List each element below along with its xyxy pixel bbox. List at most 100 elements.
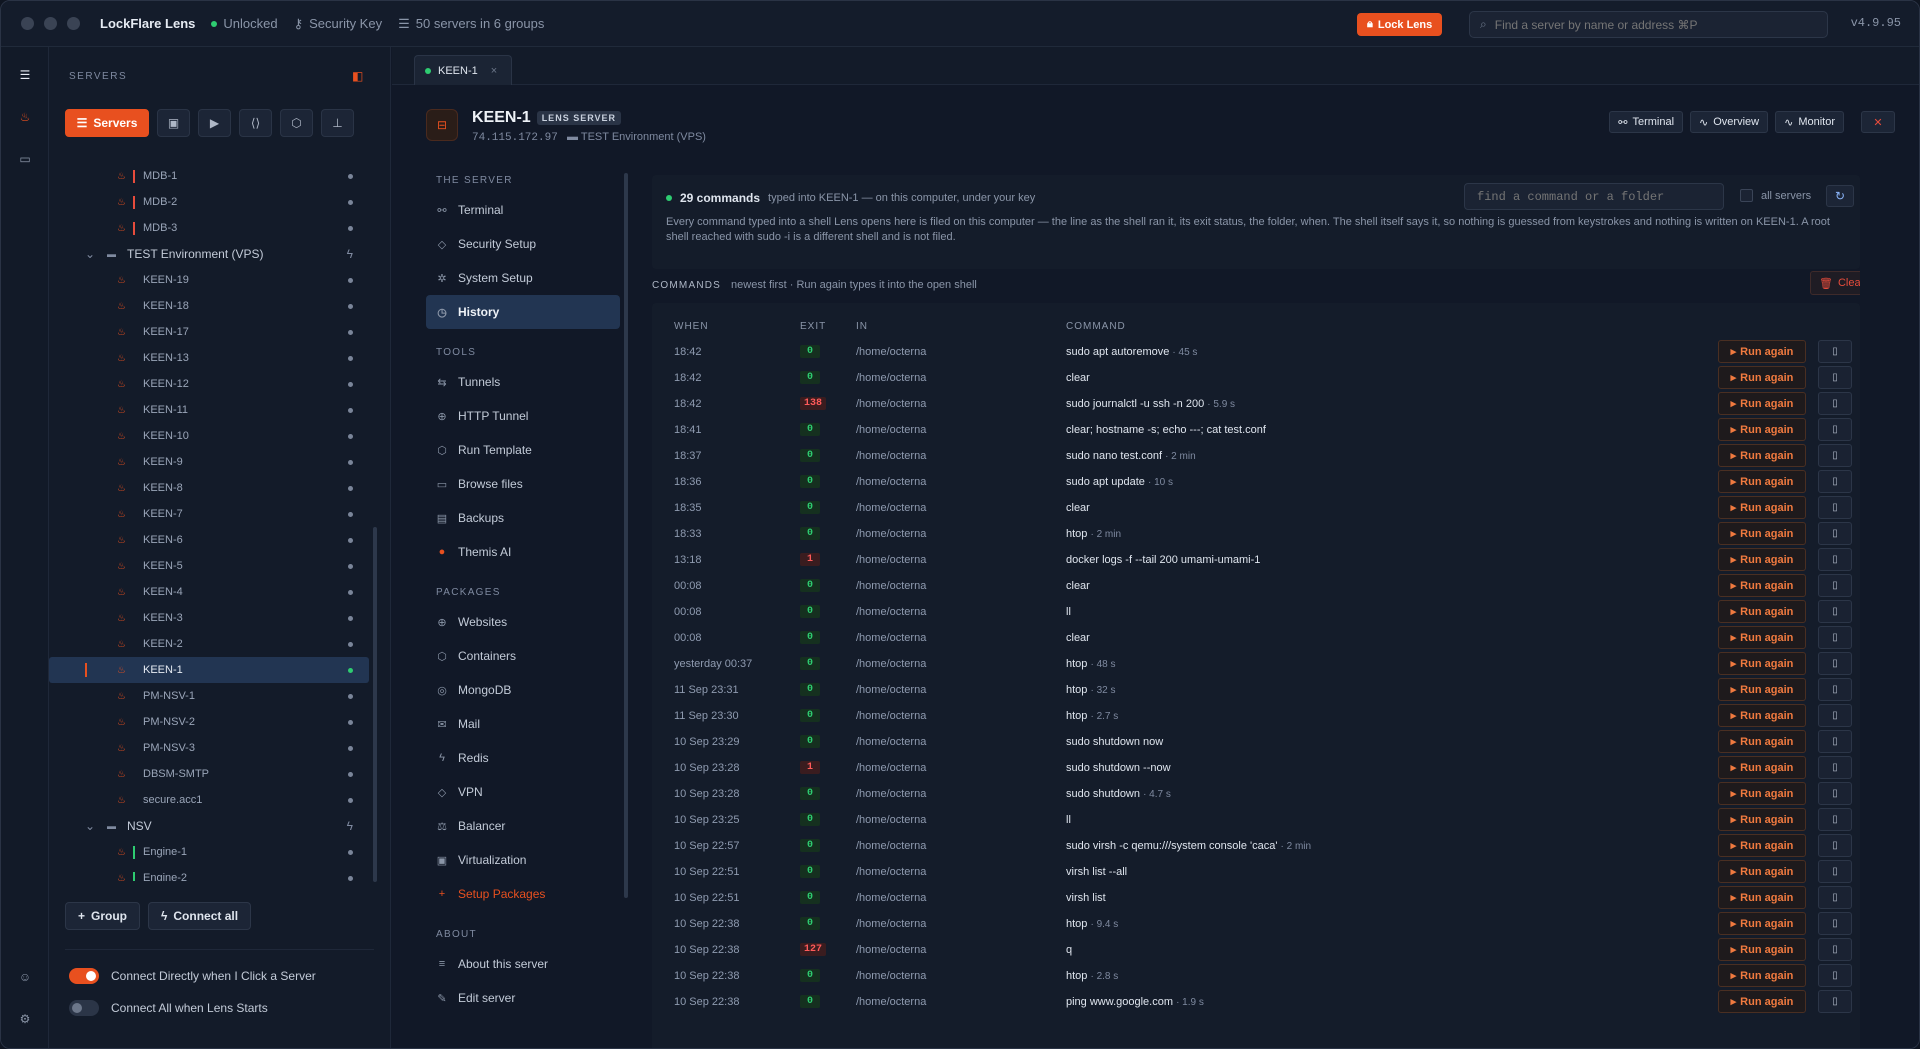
lock-lens-button[interactable]: 🔒︎ Lock Lens — [1357, 13, 1443, 36]
nav-item-mongodb[interactable]: ◎ MongoDB — [426, 673, 620, 707]
copy-button[interactable]: ▯ — [1818, 730, 1852, 753]
server-search-input[interactable] — [1494, 17, 1795, 32]
tree-server-item[interactable]: ♨ MDB-1 — [49, 163, 369, 189]
add-group-button[interactable]: + Group — [65, 902, 141, 930]
copy-button[interactable]: ▯ — [1818, 704, 1852, 727]
tree-server-item[interactable]: ♨ KEEN-7 — [49, 501, 369, 527]
chevron-down-icon[interactable]: ⌄ — [85, 819, 107, 833]
tree-server-item[interactable]: ♨ PM-NSV-3 — [49, 735, 369, 761]
nav-item-browse-files[interactable]: ▭ Browse files — [426, 467, 620, 501]
connect-direct-toggle[interactable] — [69, 968, 99, 984]
nav-item-balancer[interactable]: ⚖ Balancer — [426, 809, 620, 843]
find-command-input[interactable] — [1464, 183, 1724, 210]
tree-server-item[interactable]: ♨ KEEN-6 — [49, 527, 369, 553]
nav-scrollbar[interactable] — [624, 173, 628, 898]
connect-group-icon[interactable]: ϟ — [347, 819, 353, 833]
copy-button[interactable]: ▯ — [1818, 444, 1852, 467]
tree-server-item[interactable]: ♨ PM-NSV-2 — [49, 709, 369, 735]
copy-button[interactable]: ▯ — [1818, 990, 1852, 1013]
nav-item-vpn[interactable]: ◇ VPN — [426, 775, 620, 809]
tab-terminal[interactable]: ▣ — [157, 109, 190, 137]
tab-keen-1[interactable]: KEEN-1 × — [414, 55, 512, 85]
nav-item-themis-ai[interactable]: ● Themis AI — [426, 535, 620, 569]
copy-button[interactable]: ▯ — [1818, 782, 1852, 805]
run-again-button[interactable]: ▸ Run again — [1718, 886, 1806, 909]
run-again-button[interactable]: ▸ Run again — [1718, 938, 1806, 961]
all-servers-checkbox[interactable] — [1740, 189, 1753, 202]
nav-item-http-tunnel[interactable]: ⊕ HTTP Tunnel — [426, 399, 620, 433]
copy-button[interactable]: ▯ — [1818, 964, 1852, 987]
chevron-down-icon[interactable]: ⌄ — [85, 247, 107, 261]
nav-item-virtualization[interactable]: ▣ Virtualization — [426, 843, 620, 877]
flame-icon[interactable]: ♨ — [15, 107, 35, 127]
tree-server-item[interactable]: ♨ KEEN-12 — [49, 371, 369, 397]
tree-group[interactable]: ⌄ ▬ NSV ϟ — [49, 813, 369, 839]
tree-server-item[interactable]: ♨ secure.acc1 — [49, 787, 369, 813]
run-again-button[interactable]: ▸ Run again — [1718, 860, 1806, 883]
overview-button[interactable]: ∿ Overview — [1690, 111, 1769, 133]
copy-button[interactable]: ▯ — [1818, 418, 1852, 441]
tree-server-item[interactable]: ♨ KEEN-13 — [49, 345, 369, 371]
copy-button[interactable]: ▯ — [1818, 626, 1852, 649]
tree-server-item[interactable]: ♨ MDB-3 — [49, 215, 369, 241]
tree-server-item[interactable]: ♨ MDB-2 — [49, 189, 369, 215]
copy-button[interactable]: ▯ — [1818, 548, 1852, 571]
nav-item-system-setup[interactable]: ✲ System Setup — [426, 261, 620, 295]
tree-server-item[interactable]: ♨ KEEN-11 — [49, 397, 369, 423]
tree-server-item[interactable]: ♨ KEEN-3 — [49, 605, 369, 631]
run-again-button[interactable]: ▸ Run again — [1718, 470, 1806, 493]
folder-icon[interactable]: ▭ — [15, 149, 35, 169]
tab-network[interactable]: ⊥ — [321, 109, 354, 137]
nav-item-containers[interactable]: ⬡ Containers — [426, 639, 620, 673]
tree-server-item[interactable]: ♨ DBSM-SMTP — [49, 761, 369, 787]
copy-button[interactable]: ▯ — [1818, 496, 1852, 519]
run-again-button[interactable]: ▸ Run again — [1718, 730, 1806, 753]
tree-server-item[interactable]: ♨ KEEN-18 — [49, 293, 369, 319]
nav-item-about-this-server[interactable]: ≡ About this server — [426, 947, 620, 981]
nav-item-edit-server[interactable]: ✎ Edit server — [426, 981, 620, 1015]
run-again-button[interactable]: ▸ Run again — [1718, 522, 1806, 545]
copy-button[interactable]: ▯ — [1818, 860, 1852, 883]
connect-start-toggle[interactable] — [69, 1000, 99, 1016]
nav-item-security-setup[interactable]: ◇ Security Setup — [426, 227, 620, 261]
nav-item-websites[interactable]: ⊕ Websites — [426, 605, 620, 639]
copy-button[interactable]: ▯ — [1818, 340, 1852, 363]
collapse-sidebar-icon[interactable]: ◧ — [352, 69, 363, 83]
copy-button[interactable]: ▯ — [1818, 834, 1852, 857]
copy-button[interactable]: ▯ — [1818, 470, 1852, 493]
copy-button[interactable]: ▯ — [1818, 392, 1852, 415]
run-again-button[interactable]: ▸ Run again — [1718, 626, 1806, 649]
run-again-button[interactable]: ▸ Run again — [1718, 964, 1806, 987]
servers-icon[interactable]: ☰ — [15, 65, 35, 85]
tree-server-item[interactable]: ♨ KEEN-19 — [49, 267, 369, 293]
refresh-button[interactable]: ↻ — [1826, 185, 1854, 207]
tree-server-item[interactable]: ♨ KEEN-5 — [49, 553, 369, 579]
copy-button[interactable]: ▯ — [1818, 574, 1852, 597]
close-server-button[interactable]: ✕ — [1861, 111, 1895, 133]
run-again-button[interactable]: ▸ Run again — [1718, 808, 1806, 831]
copy-button[interactable]: ▯ — [1818, 522, 1852, 545]
copy-button[interactable]: ▯ — [1818, 938, 1852, 961]
all-servers-option[interactable]: all servers — [1740, 189, 1811, 202]
copy-button[interactable]: ▯ — [1818, 886, 1852, 909]
sidebar-scrollbar[interactable] — [373, 527, 377, 882]
monitor-button[interactable]: ∿ Monitor — [1775, 111, 1844, 133]
copy-button[interactable]: ▯ — [1818, 678, 1852, 701]
run-again-button[interactable]: ▸ Run again — [1718, 990, 1806, 1013]
nav-item-tunnels[interactable]: ⇆ Tunnels — [426, 365, 620, 399]
tab-code[interactable]: ⟨⟩ — [239, 109, 272, 137]
tree-server-item[interactable]: ♨ KEEN-10 — [49, 423, 369, 449]
run-again-button[interactable]: ▸ Run again — [1718, 704, 1806, 727]
nav-item-redis[interactable]: ϟ Redis — [426, 741, 620, 775]
run-again-button[interactable]: ▸ Run again — [1718, 418, 1806, 441]
tree-server-item[interactable]: ♨ KEEN-2 — [49, 631, 369, 657]
run-again-button[interactable]: ▸ Run again — [1718, 392, 1806, 415]
copy-button[interactable]: ▯ — [1818, 756, 1852, 779]
tree-server-item[interactable]: ♨ KEEN-1 — [49, 657, 369, 683]
run-again-button[interactable]: ▸ Run again — [1718, 496, 1806, 519]
copy-button[interactable]: ▯ — [1818, 808, 1852, 831]
clear-history-button[interactable]: 🗑︎ Clear — [1810, 271, 1860, 295]
run-again-button[interactable]: ▸ Run again — [1718, 756, 1806, 779]
run-again-button[interactable]: ▸ Run again — [1718, 912, 1806, 935]
nav-item-history[interactable]: ◷ History — [426, 295, 620, 329]
